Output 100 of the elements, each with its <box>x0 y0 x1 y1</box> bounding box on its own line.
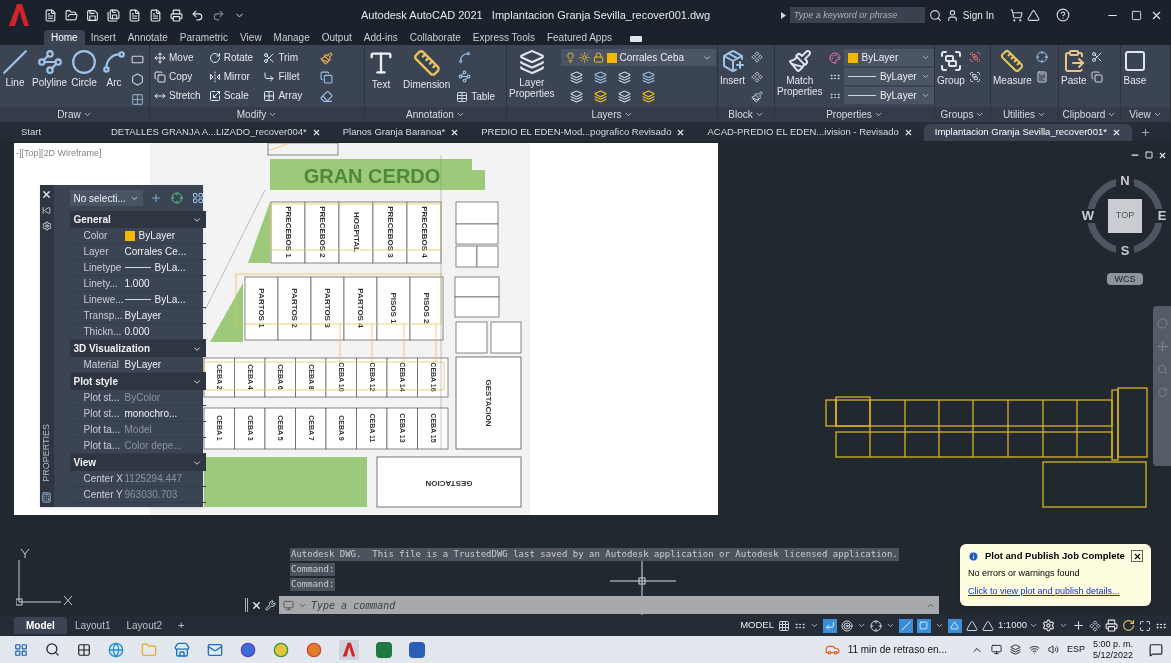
ribbon-tool[interactable]: Measure <box>991 49 1034 86</box>
ribbon-tool[interactable]: Paste <box>1059 49 1089 86</box>
property-value[interactable]: ByLayer <box>124 228 176 243</box>
compass-direction[interactable]: S <box>1116 244 1134 258</box>
ribbon-tab[interactable]: Manage <box>267 30 316 45</box>
ribbon-tab[interactable]: Featured Apps <box>540 30 618 45</box>
notification-title: Plot and Publish Job Complete <box>985 549 1125 563</box>
clock-time[interactable]: 5:00 p. m. <box>1092 638 1133 650</box>
window-title: Autodesk AutoCAD 2021 Implantacion Granja Sevilla_recover001.dwg <box>361 7 711 23</box>
selection-dropdown[interactable]: No selecti... <box>69 190 143 206</box>
new-layout-button[interactable]: + <box>170 617 193 634</box>
ribbon-tab[interactable]: Express Tools <box>466 30 541 45</box>
sign-in-button[interactable]: Sign In <box>962 7 994 23</box>
ribbon-tool[interactable]: Move <box>154 48 201 67</box>
ribbon-tab[interactable]: Collaborate <box>403 30 467 45</box>
file-tab[interactable]: Implantacion Granja Sevilla_recover001* <box>923 124 1132 141</box>
panel-title[interactable]: Modify <box>150 107 364 122</box>
property-label: Layer <box>83 245 110 259</box>
room-label: GESTACION <box>425 478 473 488</box>
property-dropdown[interactable]: ByLayer <box>843 87 934 104</box>
command-input[interactable]: Type a command <box>311 597 922 613</box>
ribbon-tool[interactable]: Fillet <box>263 67 311 86</box>
property-value[interactable]: ByLa... <box>124 260 186 275</box>
ribbon-tab[interactable]: View <box>234 30 268 45</box>
language-indicator[interactable]: ESP <box>1066 642 1085 657</box>
property-label: Plot ta... <box>83 423 122 437</box>
property-value[interactable]: Corrales Ce... <box>124 244 187 259</box>
panel-title[interactable]: View <box>1121 107 1170 122</box>
property-value[interactable]: ByLa... <box>124 292 186 307</box>
scale-dropdown[interactable]: 1:1000 <box>997 618 1038 633</box>
ribbon-tool[interactable]: Trim <box>263 48 311 67</box>
room-label: PRECEBOS 4 <box>419 206 429 258</box>
ribbon-tool[interactable]: Table <box>456 87 496 106</box>
ucs-dropdown[interactable]: WCS <box>1107 273 1143 285</box>
layout-tab[interactable]: Model <box>14 617 67 634</box>
ribbon-tab[interactable]: Add-ins <box>357 30 404 45</box>
model-space-button[interactable]: MODEL <box>740 618 774 633</box>
viewport-label[interactable]: -][Top][2D Wireframe] <box>16 147 102 161</box>
ribbon-tool[interactable]: Layer Properties <box>507 49 557 99</box>
notification-message: No errors or warnings found <box>968 567 1081 581</box>
property-value[interactable]: monochro... <box>124 406 178 421</box>
layer-dropdown[interactable]: Corrales Ceba <box>560 49 716 66</box>
layer-name: Corrales Ceba <box>619 51 686 65</box>
property-label: Transp... <box>83 309 124 323</box>
viewcube-face[interactable]: TOP <box>1108 199 1142 233</box>
panel-title[interactable]: Clipboard <box>1059 107 1120 122</box>
ribbon-tool[interactable]: Polyline <box>30 49 70 88</box>
panel-title[interactable]: Properties <box>775 107 934 122</box>
news-text[interactable]: 11 min de retraso en... <box>847 642 947 657</box>
layout-tab[interactable]: Layout2 <box>118 617 171 634</box>
panel-title[interactable]: Block <box>718 107 774 122</box>
file-tab[interactable]: ACAD-PREDIO EL EDEN...ivision - Revisado <box>696 124 924 141</box>
property-dropdown[interactable]: ByLayer <box>843 49 934 66</box>
property-value[interactable]: ByLayer <box>124 308 162 323</box>
ribbon-tab[interactable]: Home <box>44 30 85 45</box>
ribbon-tab[interactable]: Annotate <box>121 30 174 45</box>
property-value[interactable]: 1.000 <box>124 276 150 291</box>
property-value[interactable]: 0.000 <box>124 324 150 339</box>
property-dropdown[interactable]: ByLayer <box>843 68 934 85</box>
property-value[interactable]: ByLayer <box>124 357 162 372</box>
file-tab[interactable]: DETALLES GRANJA A...LIZADO_recover004* <box>100 124 332 141</box>
clock-date[interactable]: 5/12/2022 <box>1092 649 1133 661</box>
details-link[interactable]: Click to view plot and publish details... <box>968 584 1143 599</box>
ribbon-tool[interactable]: Array <box>263 86 311 105</box>
search-field[interactable]: Type a keyword or phrase <box>789 7 925 23</box>
ribbon-tool[interactable]: Line <box>0 49 30 88</box>
ribbon-tool[interactable]: Stretch <box>154 86 201 105</box>
ribbon-tool[interactable]: Text <box>365 49 397 90</box>
panel-title[interactable]: Layers <box>507 107 717 122</box>
ribbon-tool[interactable]: Scale <box>208 86 256 105</box>
ribbon-tool[interactable]: Rotate <box>208 48 256 67</box>
section-header[interactable]: Plot style <box>69 373 206 390</box>
section-header[interactable]: 3D Visualization <box>69 340 206 357</box>
compass-direction[interactable]: W <box>1079 209 1097 223</box>
ribbon-tool[interactable]: Mirror <box>208 67 256 86</box>
layout-tab[interactable]: Layout1 <box>66 617 119 634</box>
ribbon-tool[interactable]: Group <box>935 49 967 86</box>
property-label: Thickn... <box>83 325 123 339</box>
panel-title[interactable]: Groups <box>935 107 990 122</box>
ribbon-tool[interactable]: Copy <box>154 67 201 86</box>
panel-title[interactable]: Annotation <box>365 107 506 122</box>
section-header[interactable]: General <box>69 211 206 228</box>
section-header[interactable]: View <box>69 454 206 471</box>
ribbon-tool[interactable]: Arc <box>99 49 130 88</box>
file-tab[interactable]: Start <box>10 124 100 141</box>
ribbon-tool[interactable]: Dimension <box>401 49 453 90</box>
ribbon-tab[interactable]: Insert <box>84 30 122 45</box>
ribbon-tool[interactable]: Insert <box>718 49 747 86</box>
room-label: PRECEBOS 3 <box>385 206 395 258</box>
ribbon-tab[interactable]: Output <box>315 30 358 45</box>
file-tab[interactable]: Planos Granja Baranoa* <box>331 124 471 141</box>
room-label: PRECEBOS 1 <box>283 206 293 258</box>
ribbon-tool[interactable]: Match Properties <box>775 49 825 97</box>
file-tab[interactable]: PREDIO EL EDEN-Mod...pografico Revisado <box>470 124 697 141</box>
ribbon-tool[interactable]: Base <box>1121 49 1149 86</box>
compass-direction[interactable]: N <box>1116 174 1134 188</box>
panel-title[interactable]: Utilities <box>991 107 1058 122</box>
ribbon-tab[interactable]: Parametric <box>173 30 235 45</box>
panel-title[interactable]: Draw <box>0 107 149 122</box>
ribbon-tool[interactable]: Circle <box>69 49 100 88</box>
